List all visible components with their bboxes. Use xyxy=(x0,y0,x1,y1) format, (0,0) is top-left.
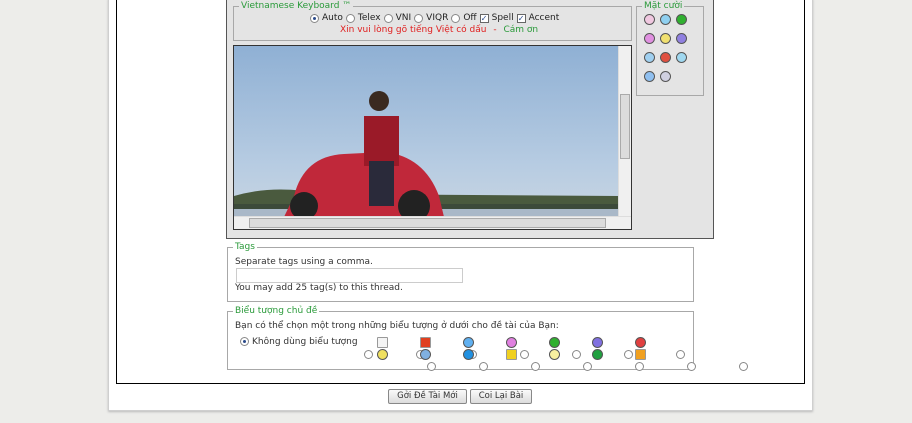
post-icons-fieldset: Biểu tượng chủ đề Bạn có thể chọn một tr… xyxy=(227,305,748,371)
tags-hint: Separate tags using a comma. xyxy=(235,257,373,267)
vertical-scrollbar[interactable] xyxy=(618,46,631,217)
smilies-panel: Mặt cười xyxy=(636,0,704,96)
mad-smiley-icon[interactable] xyxy=(660,52,671,63)
icon-radio[interactable] xyxy=(687,362,696,371)
accent-checkbox[interactable]: ✓ xyxy=(516,13,526,23)
accent-label: Accent xyxy=(528,13,560,23)
mode-radio-telex[interactable] xyxy=(345,13,355,23)
vietnamese-keyboard: Vietnamese Keyboard ™ Auto Telex VNI VIQR Of… xyxy=(233,0,632,41)
mode-radio-viqr[interactable] xyxy=(414,13,424,23)
thumbs-down-icon xyxy=(420,337,431,348)
thumbs-up-icon xyxy=(635,349,646,360)
purple-smile-icon xyxy=(592,337,603,348)
mode-radio-off[interactable] xyxy=(451,13,461,23)
purple-smiley-icon[interactable] xyxy=(676,33,687,44)
grin-smiley-icon[interactable] xyxy=(676,14,687,25)
motorbike-photo xyxy=(234,91,619,222)
icon-radio[interactable] xyxy=(635,362,644,371)
editor-content[interactable] xyxy=(233,45,632,230)
eek-smiley-icon[interactable] xyxy=(660,71,671,82)
keyboard-message: Xin vui lòng gõ tiếng Việt có dấu - Cám … xyxy=(340,25,538,35)
lightbulb-icon xyxy=(549,349,560,360)
tags-fieldset: Tags Separate tags using a comma. You ma… xyxy=(227,241,694,302)
mad-icon xyxy=(635,337,646,348)
wink-icon xyxy=(463,337,474,348)
warning-icon xyxy=(506,349,517,360)
mode-radio-vni[interactable] xyxy=(383,13,393,23)
spell-checkbox[interactable]: ✓ xyxy=(479,13,489,23)
smilies-legend: Mặt cười xyxy=(642,0,685,12)
horizontal-scrollbar[interactable] xyxy=(234,216,631,229)
arrow-icon xyxy=(592,349,603,360)
message-red: Xin vui lòng gõ tiếng Việt có dấu xyxy=(340,25,487,35)
grin-icon xyxy=(549,337,560,348)
preview-button[interactable]: Coi Lại Bài xyxy=(470,389,532,404)
icons-legend: Biểu tượng chủ đề xyxy=(233,305,320,317)
mode-label: Auto xyxy=(322,13,343,23)
mode-label: Telex xyxy=(357,13,381,23)
happy-smiley-icon[interactable] xyxy=(660,33,671,44)
keyboard-legend: Vietnamese Keyboard ™ xyxy=(239,0,354,12)
smile-icon xyxy=(377,349,388,360)
mode-label: VIQR xyxy=(426,13,449,23)
message-green: Cám ơn xyxy=(503,25,539,35)
mode-label: VNI xyxy=(395,13,412,23)
icon-radio[interactable] xyxy=(520,350,529,359)
tags-legend: Tags xyxy=(233,241,257,253)
post-icon xyxy=(377,337,388,348)
icon-radio[interactable] xyxy=(479,362,488,371)
icon-radio[interactable] xyxy=(624,350,633,359)
cool-smiley-icon[interactable] xyxy=(644,71,655,82)
icons-prompt: Bạn có thể chọn một trong những biểu tượ… xyxy=(235,321,559,331)
icon-radio[interactable] xyxy=(583,362,592,371)
tags-input[interactable] xyxy=(236,268,463,283)
icon-radio[interactable] xyxy=(531,362,540,371)
mode-radio-auto[interactable] xyxy=(310,13,319,23)
icon-radio[interactable] xyxy=(572,350,581,359)
message-separator: - xyxy=(493,25,497,35)
confused-smiley-icon[interactable] xyxy=(644,52,655,63)
tongue-smiley-icon[interactable] xyxy=(644,33,655,44)
icon-radio[interactable] xyxy=(676,350,685,359)
tags-note: You may add 25 tag(s) to this thread. xyxy=(235,283,403,293)
no-icon-radio[interactable] xyxy=(240,337,249,346)
wink-smiley-icon[interactable] xyxy=(644,14,655,25)
mode-label: Off xyxy=(463,13,477,23)
submit-thread-button[interactable]: Gởi Đề Tài Mới xyxy=(388,389,467,404)
icon-radio[interactable] xyxy=(739,362,748,371)
photo-image xyxy=(234,46,619,222)
icon-radio[interactable] xyxy=(427,362,436,371)
smile-smiley-icon[interactable] xyxy=(660,14,671,25)
cool-icon xyxy=(420,349,431,360)
icon-radio[interactable] xyxy=(364,350,373,359)
spell-label: Spell xyxy=(491,13,514,23)
no-icon-label: Không dùng biểu tượng xyxy=(252,337,358,347)
tongue-icon xyxy=(506,337,517,348)
rolleyes-smiley-icon[interactable] xyxy=(676,52,687,63)
question-icon xyxy=(463,349,474,360)
